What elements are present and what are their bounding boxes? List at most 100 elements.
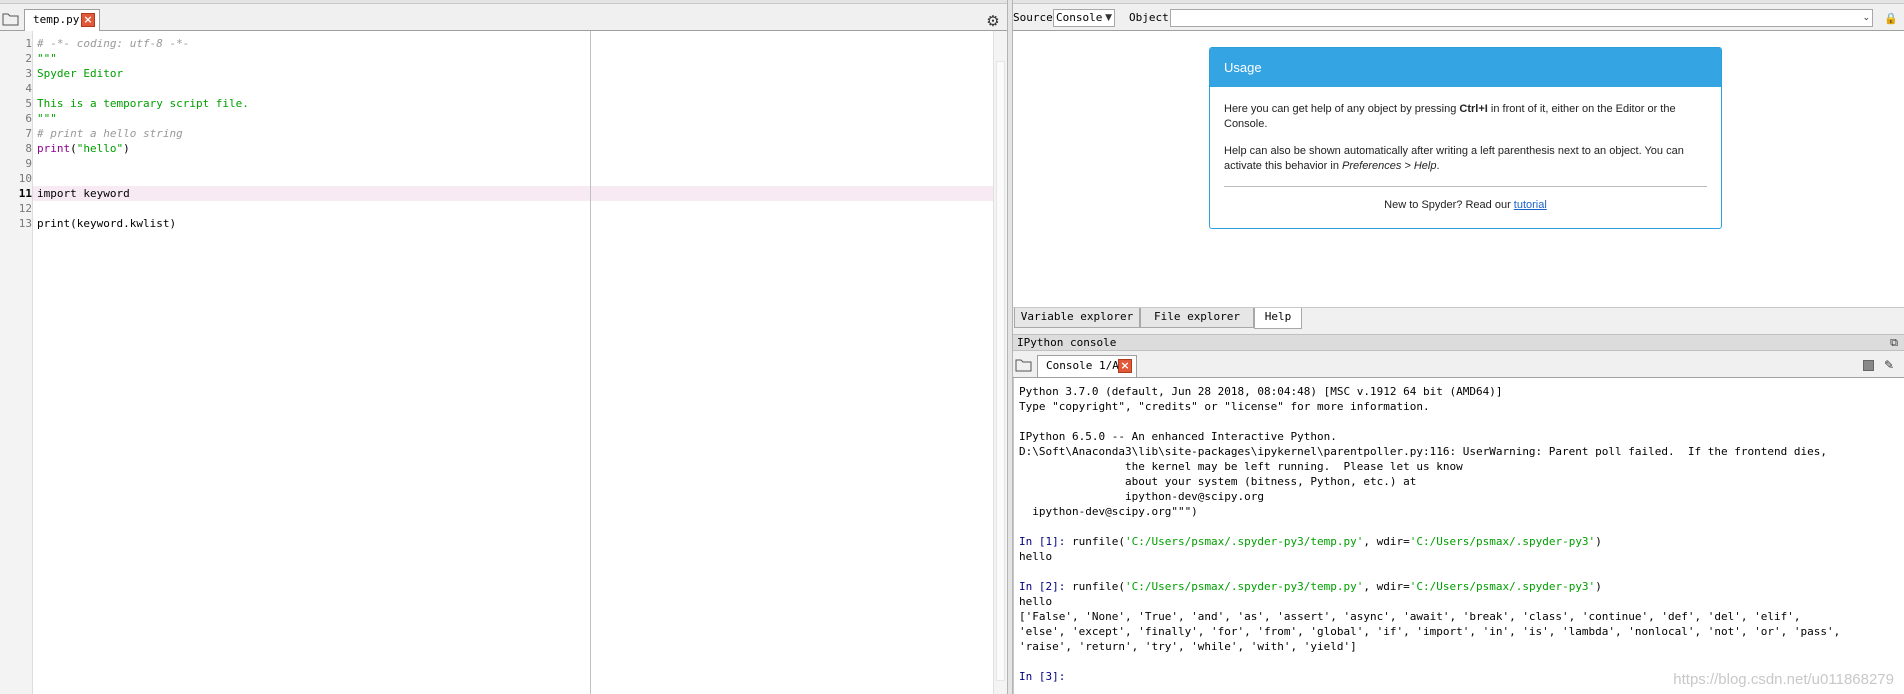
editor-pane: temp.py × ⚙ 1 2 3 4 5 6 7 8 9 10 11 12 1… [0, 0, 1007, 694]
code-editor[interactable]: 1 2 3 4 5 6 7 8 9 10 11 12 13 # -*- codi… [0, 31, 1007, 694]
code-line: """ [37, 112, 57, 125]
code-line: # print a hello string [37, 127, 183, 140]
usage-box: Usage Here you can get help of any objec… [1209, 47, 1722, 229]
line-number: 7 [25, 127, 32, 140]
lock-icon[interactable]: 🔒 [1884, 13, 1898, 25]
usage-divider [1224, 186, 1707, 187]
tab-console-1a[interactable]: Console 1/A × [1037, 355, 1137, 377]
usage-paragraph-2: Help can also be shown automatically aft… [1224, 144, 1710, 174]
console-line: hello [1019, 550, 1053, 563]
console-line: Type "copyright", "credits" or "license"… [1019, 400, 1430, 413]
undock-icon[interactable]: ⧉ [1890, 336, 1898, 349]
code-text-area[interactable]: # -*- coding: utf-8 -*- """ Spyder Edito… [37, 31, 992, 694]
line-number: 10 [18, 172, 32, 185]
chevron-down-icon: ▼ [1105, 13, 1112, 23]
usage-text: Help can also be shown automatically aft… [1224, 145, 1684, 172]
line-number: 8 [25, 142, 32, 155]
code-line: print("hello") [37, 141, 130, 156]
console-prompt: In [2]: [1019, 580, 1072, 593]
console-line: D:\Soft\Anaconda3\lib\site-packages\ipyk… [1019, 445, 1827, 458]
usage-paragraph-1: Here you can get help of any object by p… [1224, 102, 1710, 132]
editor-scroll-thumb[interactable] [996, 61, 1005, 681]
tab-variable-explorer[interactable]: Variable explorer [1014, 308, 1140, 328]
eraser-icon[interactable]: ✎ [1882, 358, 1896, 372]
console-output[interactable]: Python 3.7.0 (default, Jun 28 2018, 08:0… [1013, 378, 1904, 694]
right-pane: Source Console ▼ Object ⌄ 🔒 Usage Here y… [1013, 0, 1904, 694]
console-token: runfile( [1071, 535, 1125, 548]
gear-icon[interactable]: ⚙ [985, 13, 1001, 29]
editor-scrollbar[interactable] [993, 31, 1007, 694]
line-number: 1 [25, 37, 32, 50]
tutorial-link[interactable]: tutorial [1514, 199, 1547, 211]
source-combo[interactable]: Console ▼ [1053, 9, 1115, 27]
tab-file-explorer[interactable]: File explorer [1140, 308, 1254, 328]
console-line: the kernel may be left running. Please l… [1019, 460, 1463, 473]
line-number: 6 [25, 112, 32, 125]
code-token: ) [123, 142, 130, 155]
close-tab-icon[interactable]: × [1118, 359, 1132, 373]
editor-tab-bar: temp.py × ⚙ [0, 4, 1007, 31]
usage-text: . [1436, 160, 1440, 172]
line-number-current: 11 [18, 187, 32, 200]
console-input-line: In [1]: runfile('C:/Users/psmax/.spyder-… [1019, 534, 1602, 549]
code-line: print(keyword.kwlist) [37, 217, 177, 230]
console-line: hello [1019, 595, 1053, 608]
console-prompt: In [3]: [1019, 670, 1072, 683]
console-line: Python 3.7.0 (default, Jun 28 2018, 08:0… [1019, 385, 1503, 398]
code-line: """ [37, 52, 57, 65]
usage-footer-text: New to Spyder? Read our [1384, 199, 1514, 211]
console-line: IPython 6.5.0 -- An enhanced Interactive… [1019, 430, 1337, 443]
console-token-string: 'C:/Users/psmax/.spyder-py3/temp.py' [1124, 535, 1364, 548]
tab-temp-py[interactable]: temp.py × [24, 9, 100, 31]
line-number: 2 [25, 52, 32, 65]
line-number: 13 [18, 217, 32, 230]
browse-tabs-icon[interactable] [2, 11, 20, 27]
source-value: Console [1056, 11, 1103, 24]
console-token: ) [1595, 580, 1602, 593]
usage-preferences-path: Preferences > Help [1342, 160, 1437, 172]
code-line-current: import keyword [37, 187, 130, 200]
usage-shortcut: Ctrl+I [1459, 103, 1488, 115]
console-token-string: 'C:/Users/psmax/.spyder-py3/temp.py' [1124, 580, 1364, 593]
browse-tabs-icon[interactable] [1015, 357, 1033, 373]
console-line: ipython-dev@scipy.org""") [1019, 505, 1198, 518]
line-number: 9 [25, 157, 32, 170]
tab-label: temp.py [33, 13, 80, 26]
line-number: 12 [18, 202, 32, 215]
code-line: Spyder Editor [37, 67, 124, 80]
tab-help[interactable]: Help [1254, 308, 1302, 329]
console-line: ['False', 'None', 'True', 'and', 'as', '… [1019, 610, 1801, 623]
object-combo[interactable]: ⌄ [1170, 9, 1873, 27]
console-token: ) [1595, 535, 1602, 548]
console-line: 'else', 'except', 'finally', 'for', 'fro… [1019, 625, 1841, 638]
console-token: , wdir= [1363, 535, 1410, 548]
watermark: https://blog.csdn.net/u011868279 [1673, 671, 1894, 688]
usage-footer: New to Spyder? Read our tutorial [1210, 198, 1721, 213]
close-tab-icon[interactable]: × [81, 13, 95, 27]
line-number: 5 [25, 97, 32, 110]
code-line: This is a temporary script file. [37, 97, 249, 110]
usage-text: Here you can get help of any object by p… [1224, 103, 1460, 115]
help-content: Usage Here you can get help of any objec… [1013, 31, 1904, 308]
console-token: runfile( [1071, 580, 1125, 593]
help-toolbar: Source Console ▼ Object ⌄ 🔒 [1013, 4, 1904, 31]
console-line: ipython-dev@scipy.org [1019, 490, 1265, 503]
ipython-console-title: IPython console ⧉ [1013, 334, 1904, 351]
console-input-line[interactable]: In [3]: [1019, 669, 1072, 684]
console-tab-bar: Console 1/A × ✎ [1013, 352, 1904, 378]
console-line: 'raise', 'return', 'try', 'while', 'with… [1019, 640, 1357, 653]
console-token-string: 'C:/Users/psmax/.spyder-py3' [1409, 535, 1596, 548]
code-line: # -*- coding: utf-8 -*- [37, 37, 190, 50]
console-token: , wdir= [1363, 580, 1410, 593]
stop-icon[interactable] [1863, 360, 1874, 371]
line-number: 3 [25, 67, 32, 80]
code-token-builtin: print [37, 142, 71, 155]
usage-title: Usage [1210, 48, 1721, 87]
pane-title: IPython console [1017, 336, 1117, 349]
console-token-string: 'C:/Users/psmax/.spyder-py3' [1409, 580, 1596, 593]
pane-tab-bar: Variable explorer File explorer Help [1013, 308, 1904, 329]
code-token-string: "hello" [76, 142, 124, 155]
source-label: Source [1013, 11, 1053, 24]
line-number-gutter: 1 2 3 4 5 6 7 8 9 10 11 12 13 [0, 31, 33, 694]
console-line: about your system (bitness, Python, etc.… [1019, 475, 1417, 488]
